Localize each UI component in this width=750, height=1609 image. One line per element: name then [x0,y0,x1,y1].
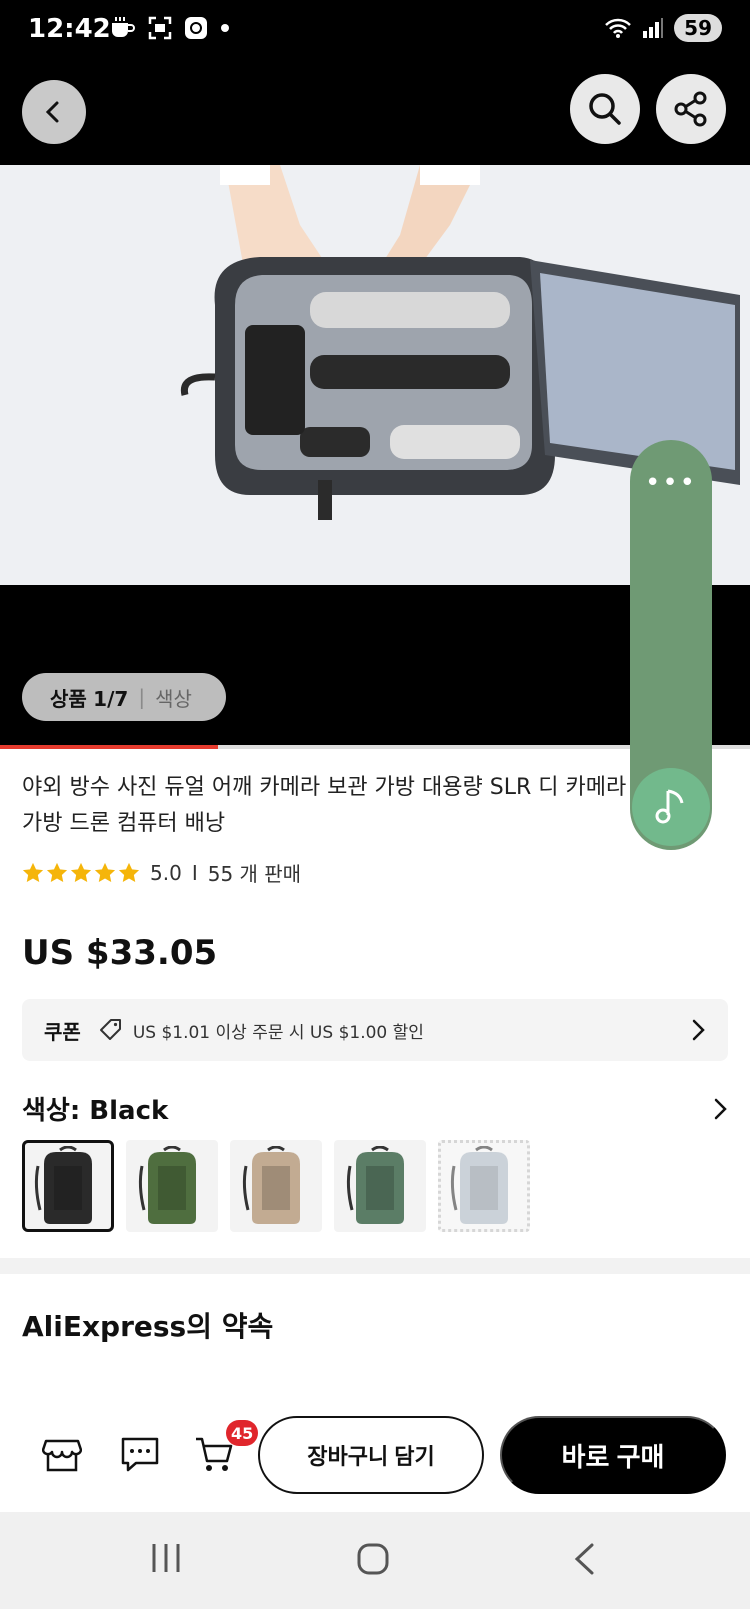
back-icon [574,1543,594,1575]
color-swatch[interactable] [126,1140,218,1232]
system-navigation-bar [0,1512,750,1609]
more-icon[interactable]: ••• [630,468,712,498]
store-button[interactable] [40,1432,84,1476]
system-back-button[interactable] [572,1542,596,1576]
section-divider [0,1258,750,1274]
backpack-thumbnail [34,1146,92,1224]
tab-product-label: 상품 [50,686,87,711]
rating-row[interactable]: 5.0 I 55 개 판매 [22,858,301,887]
rating-value: 5.0 [150,860,182,885]
status-bar: 12:42 59 [0,0,750,62]
sold-count: 55 개 판매 [207,862,302,886]
color-swatch[interactable] [22,1140,114,1232]
chevron-right-icon [692,1019,705,1041]
battery-level: 59 [674,14,722,42]
recent-apps-button[interactable] [150,1542,182,1574]
tab-separator: | [138,685,146,709]
search-icon [589,93,621,125]
color-swatches [22,1140,530,1232]
top-app-bar [0,62,750,165]
color-swatch[interactable] [334,1140,426,1232]
coupon-text: US $1.01 이상 주문 시 US $1.00 할인 [132,1022,424,1043]
chevron-right-icon [714,1098,727,1119]
selected-color-label: 색상: Black [22,1096,169,1126]
recent-apps-icon [152,1544,180,1572]
status-time: 12:42 [28,14,111,44]
signal-icon [643,18,664,38]
tab-color[interactable]: 색상 [155,683,192,712]
star-rating [22,862,140,884]
star-icon [22,862,44,882]
chat-button[interactable] [118,1432,162,1476]
store-icon [42,1439,82,1472]
buy-now-button[interactable]: 바로 구매 [500,1416,726,1494]
coupon-label: 쿠폰 [44,1019,81,1044]
product-title: 야외 방수 사진 듀얼 어깨 카메라 보관 가방 대용량 SLR 디 카메라 가… [22,775,627,836]
promise-section-title: AliExpress의 약속 [22,1310,274,1343]
cart-count-badge: 45 [226,1420,259,1446]
add-to-cart-button[interactable]: 장바구니 담기 [258,1416,484,1494]
system-icons: 59 [604,14,722,42]
backpack-thumbnail [346,1146,404,1224]
share-button[interactable] [656,74,726,144]
home-button[interactable] [356,1542,390,1576]
floating-widget[interactable]: ••• [630,440,712,850]
wifi-icon [605,18,632,38]
color-swatch[interactable] [438,1140,530,1232]
scan-icon [148,16,172,40]
coffee-icon [112,17,135,37]
star-icon [46,862,68,882]
rating-separator: I [191,860,198,885]
chat-icon [121,1437,159,1472]
backpack-thumbnail [242,1146,300,1224]
share-icon [674,91,707,127]
coupon-banner[interactable]: 쿠폰 US $1.01 이상 주문 시 US $1.00 할인 [22,999,728,1061]
chevron-left-icon [45,101,59,123]
gallery-tabs: 상품 1/7 | 색상 [22,673,226,721]
color-swatch[interactable] [230,1140,322,1232]
star-icon [118,862,140,882]
tab-product[interactable]: 상품 1/7 [50,683,128,712]
bottom-action-bar: 45 장바구니 담기 바로 구매 [0,1400,750,1512]
gallery-progress-fill [0,745,218,749]
tag-icon [99,1019,121,1040]
price: US $33.05 [22,933,218,973]
star-icon [70,862,92,882]
home-icon [357,1543,389,1575]
color-selector-header[interactable]: 색상: Black [22,1090,728,1127]
back-button[interactable] [22,80,86,144]
dot-icon [221,24,229,32]
star-icon [94,862,116,882]
notification-icons [110,16,230,40]
app-notification-icon [185,17,207,39]
music-note-icon [655,789,684,824]
backpack-thumbnail [450,1146,508,1224]
image-counter: 1/7 [93,686,129,711]
backpack-thumbnail [138,1146,196,1224]
search-button[interactable] [570,74,640,144]
music-button[interactable] [632,768,710,846]
